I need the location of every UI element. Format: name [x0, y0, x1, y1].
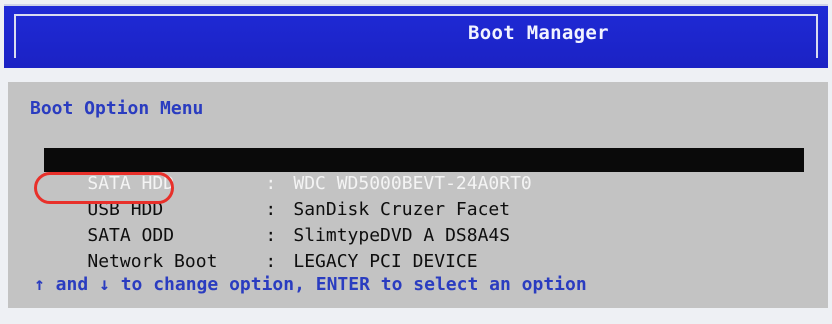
- title-bar-frame: [14, 14, 818, 58]
- boot-option-sata-hdd[interactable]: SATA HDD: WDC WD5000BEVT-24A0RT0: [44, 148, 804, 194]
- page-title: Boot Manager: [468, 22, 609, 44]
- menu-heading: Boot Option Menu: [30, 98, 204, 119]
- bios-screen: Boot Manager Boot Option Menu SATA HDD: W…: [0, 0, 832, 324]
- boot-option-label: Network Boot: [87, 251, 218, 272]
- title-bar: [4, 4, 828, 68]
- boot-option-device: LEGACY PCI DEVICE: [293, 251, 478, 272]
- red-annotation-circle: [34, 172, 174, 204]
- help-text: ↑ and ↓ to change option, ENTER to selec…: [34, 274, 587, 295]
- option-separator: :: [265, 251, 277, 272]
- boot-option-network-boot[interactable]: Network Boot: LEGACY PCI DEVICE: [44, 226, 477, 272]
